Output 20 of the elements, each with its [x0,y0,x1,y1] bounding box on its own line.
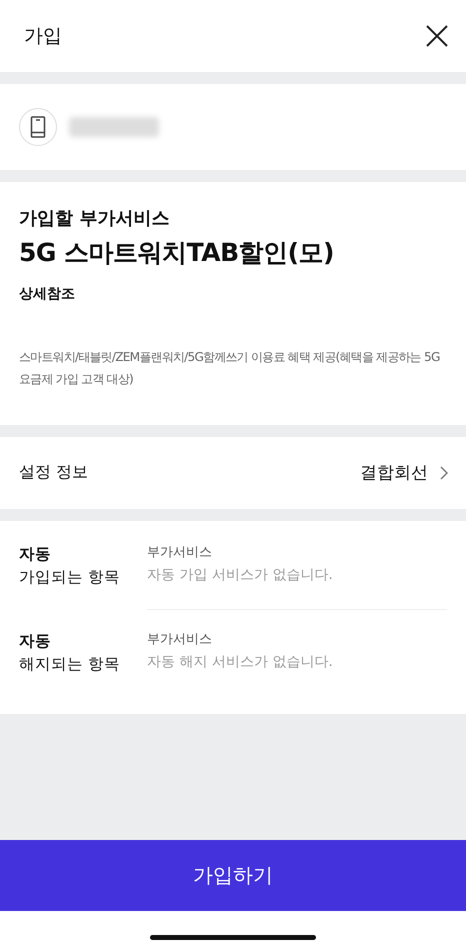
empty-message: 자동 해지 서비스가 없습니다. [147,652,334,672]
category-label: 부가서비스 [147,630,213,649]
auto-item-subtitle: 해지되는 항목 [19,654,121,675]
service-name: 5G 스마트워치TAB할인(모) [19,237,335,269]
close-button[interactable] [424,23,450,49]
auto-item-subtitle: 가입되는 항목 [19,566,121,588]
page-title: 가입 [24,24,62,49]
service-description: 스마트워치/태블릿/ZEM플랜워치/5G함께쓰기 이용료 혜택 제공(혜택을 제공하는 5G 요금제 가입 고객 대상) [19,349,441,388]
category-label: 부가서비스 [147,544,213,562]
auto-item-title: 자동 [19,544,52,565]
phone-icon [19,108,57,146]
empty-message: 자동 가입 서비스가 없습니다. [147,566,334,585]
detail-link[interactable]: 상세참조 [19,285,447,303]
settings-label: 설정 정보 [19,462,88,484]
auto-item-title: 자동 [19,630,52,652]
join-button[interactable]: 가입하기 [0,840,466,911]
settings-value-link[interactable]: 결합회선 [360,461,448,484]
close-icon [424,23,450,49]
chevron-right-icon [440,466,448,480]
service-label: 가입할 부가서비스 [19,207,170,230]
